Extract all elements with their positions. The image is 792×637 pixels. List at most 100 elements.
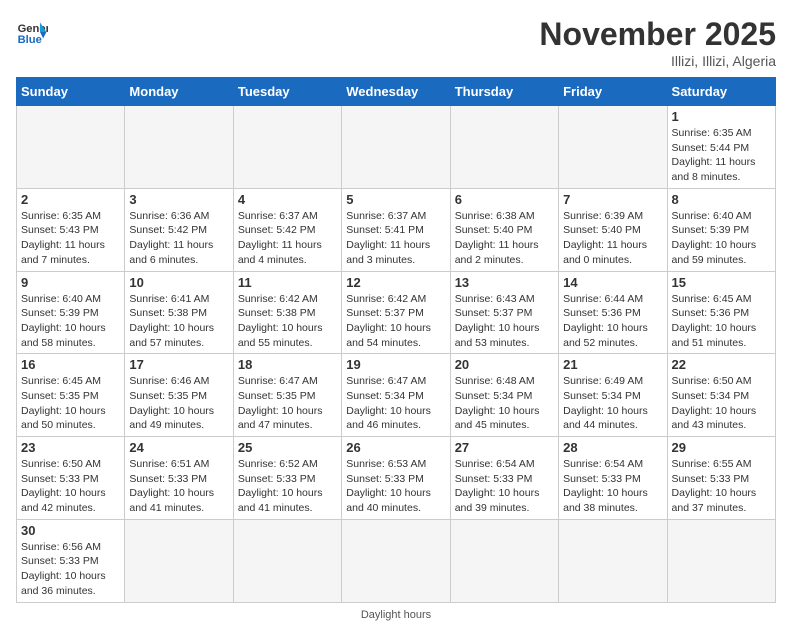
day-number: 25 (238, 440, 337, 455)
day-header-sunday: Sunday (17, 78, 125, 106)
calendar-cell: 7Sunrise: 6:39 AM Sunset: 5:40 PM Daylig… (559, 188, 667, 271)
day-number: 1 (672, 109, 771, 124)
calendar-cell (450, 106, 558, 189)
calendar-cell: 26Sunrise: 6:53 AM Sunset: 5:33 PM Dayli… (342, 437, 450, 520)
day-info: Sunrise: 6:55 AM Sunset: 5:33 PM Dayligh… (672, 457, 771, 516)
calendar-cell (559, 106, 667, 189)
calendar-cell: 20 Sunrise: 6:48 AM Sunset: 5:34 PM Dayli… (450, 354, 558, 437)
calendar-cell (17, 106, 125, 189)
day-number: 24 (129, 440, 228, 455)
week-row-4: 16 Sunrise: 6:45 AM Sunset: 5:35 PM Dayli… (17, 354, 776, 437)
day-number: 6 (455, 192, 554, 207)
calendar-cell: 14 Sunrise: 6:44 AM Sunset: 5:36 PM Dayli… (559, 271, 667, 354)
calendar-cell (559, 519, 667, 602)
day-number: 7 (563, 192, 662, 207)
day-number: 2 (21, 192, 120, 207)
location: Illizi, Illizi, Algeria (539, 53, 776, 69)
day-info: Sunrise: 6:37 AM Sunset: 5:42 PM Dayligh… (238, 209, 337, 268)
week-row-2: 2 Sunrise: 6:35 AM Sunset: 5:43 PM Daylig… (17, 188, 776, 271)
calendar-cell (125, 519, 233, 602)
day-number: 9 (21, 275, 120, 290)
day-info: Sunrise: 6:54 AM Sunset: 5:33 PM Dayligh… (455, 457, 554, 516)
day-info: Sunrise: 6:38 AM Sunset: 5:40 PM Dayligh… (455, 209, 554, 268)
day-info: Sunrise: 6:52 AM Sunset: 5:33 PM Dayligh… (238, 457, 337, 516)
day-info: Sunrise: 6:35 AM Sunset: 5:44 PM Dayligh… (672, 126, 771, 185)
day-info: Sunrise: 6:46 AM Sunset: 5:35 PM Dayligh… (129, 374, 228, 433)
day-number: 20 (455, 357, 554, 372)
day-number: 23 (21, 440, 120, 455)
day-info: Sunrise: 6:47 AM Sunset: 5:35 PM Dayligh… (238, 374, 337, 433)
calendar-cell: 27Sunrise: 6:54 AM Sunset: 5:33 PM Dayli… (450, 437, 558, 520)
calendar-cell: 30Sunrise: 6:56 AM Sunset: 5:33 PM Dayli… (17, 519, 125, 602)
calendar-cell: 25 Sunrise: 6:52 AM Sunset: 5:33 PM Dayli… (233, 437, 341, 520)
day-number: 22 (672, 357, 771, 372)
calendar-cell: 19Sunrise: 6:47 AM Sunset: 5:34 PM Dayli… (342, 354, 450, 437)
calendar-cell: 22Sunrise: 6:50 AM Sunset: 5:34 PM Dayli… (667, 354, 775, 437)
calendar-cell (667, 519, 775, 602)
header: General Blue November 2025 Illizi, Illiz… (16, 16, 776, 69)
day-info: Sunrise: 6:44 AM Sunset: 5:36 PM Dayligh… (563, 292, 662, 351)
calendar-cell: 2 Sunrise: 6:35 AM Sunset: 5:43 PM Daylig… (17, 188, 125, 271)
calendar-cell: 16 Sunrise: 6:45 AM Sunset: 5:35 PM Dayli… (17, 354, 125, 437)
day-info: Sunrise: 6:37 AM Sunset: 5:41 PM Dayligh… (346, 209, 445, 268)
day-header-friday: Friday (559, 78, 667, 106)
day-number: 14 (563, 275, 662, 290)
day-info: Sunrise: 6:47 AM Sunset: 5:34 PM Dayligh… (346, 374, 445, 433)
day-number: 29 (672, 440, 771, 455)
calendar-cell: 17 Sunrise: 6:46 AM Sunset: 5:35 PM Dayli… (125, 354, 233, 437)
day-info: Sunrise: 6:53 AM Sunset: 5:33 PM Dayligh… (346, 457, 445, 516)
day-header-thursday: Thursday (450, 78, 558, 106)
day-info: Sunrise: 6:56 AM Sunset: 5:33 PM Dayligh… (21, 540, 120, 599)
calendar-cell (342, 106, 450, 189)
month-title: November 2025 (539, 16, 776, 53)
week-row-6: 30Sunrise: 6:56 AM Sunset: 5:33 PM Dayli… (17, 519, 776, 602)
calendar-cell: 8Sunrise: 6:40 AM Sunset: 5:39 PM Daylig… (667, 188, 775, 271)
footer-note: Daylight hours (16, 609, 776, 621)
calendar-cell: 23Sunrise: 6:50 AM Sunset: 5:33 PM Dayli… (17, 437, 125, 520)
calendar-cell (450, 519, 558, 602)
day-info: Sunrise: 6:35 AM Sunset: 5:43 PM Dayligh… (21, 209, 120, 268)
week-row-1: 1 Sunrise: 6:35 AM Sunset: 5:44 PM Daylig… (17, 106, 776, 189)
calendar-cell: 28Sunrise: 6:54 AM Sunset: 5:33 PM Dayli… (559, 437, 667, 520)
calendar-cell (125, 106, 233, 189)
calendar-cell: 15Sunrise: 6:45 AM Sunset: 5:36 PM Dayli… (667, 271, 775, 354)
day-number: 5 (346, 192, 445, 207)
day-number: 3 (129, 192, 228, 207)
day-number: 15 (672, 275, 771, 290)
day-info: Sunrise: 6:54 AM Sunset: 5:33 PM Dayligh… (563, 457, 662, 516)
day-info: Sunrise: 6:48 AM Sunset: 5:34 PM Dayligh… (455, 374, 554, 433)
calendar-cell: 5 Sunrise: 6:37 AM Sunset: 5:41 PM Daylig… (342, 188, 450, 271)
calendar-table: SundayMondayTuesdayWednesdayThursdayFrid… (16, 77, 776, 603)
day-header-wednesday: Wednesday (342, 78, 450, 106)
day-header-saturday: Saturday (667, 78, 775, 106)
day-number: 16 (21, 357, 120, 372)
day-info: Sunrise: 6:51 AM Sunset: 5:33 PM Dayligh… (129, 457, 228, 516)
calendar-cell: 18 Sunrise: 6:47 AM Sunset: 5:35 PM Dayli… (233, 354, 341, 437)
day-number: 18 (238, 357, 337, 372)
calendar-cell (342, 519, 450, 602)
day-number: 10 (129, 275, 228, 290)
day-header-tuesday: Tuesday (233, 78, 341, 106)
title-block: November 2025 Illizi, Illizi, Algeria (539, 16, 776, 69)
calendar-cell: 21Sunrise: 6:49 AM Sunset: 5:34 PM Dayli… (559, 354, 667, 437)
calendar-cell: 29 Sunrise: 6:55 AM Sunset: 5:33 PM Dayli… (667, 437, 775, 520)
calendar-cell: 12Sunrise: 6:42 AM Sunset: 5:37 PM Dayli… (342, 271, 450, 354)
calendar-cell (233, 106, 341, 189)
calendar-cell: 24 Sunrise: 6:51 AM Sunset: 5:33 PM Dayli… (125, 437, 233, 520)
day-number: 17 (129, 357, 228, 372)
day-number: 8 (672, 192, 771, 207)
calendar-cell: 11Sunrise: 6:42 AM Sunset: 5:38 PM Dayli… (233, 271, 341, 354)
logo-icon: General Blue (16, 16, 48, 48)
day-number: 13 (455, 275, 554, 290)
day-info: Sunrise: 6:40 AM Sunset: 5:39 PM Dayligh… (21, 292, 120, 351)
calendar-cell: 1 Sunrise: 6:35 AM Sunset: 5:44 PM Daylig… (667, 106, 775, 189)
day-info: Sunrise: 6:41 AM Sunset: 5:38 PM Dayligh… (129, 292, 228, 351)
calendar-cell: 9 Sunrise: 6:40 AM Sunset: 5:39 PM Daylig… (17, 271, 125, 354)
day-info: Sunrise: 6:42 AM Sunset: 5:37 PM Dayligh… (346, 292, 445, 351)
day-number: 21 (563, 357, 662, 372)
day-info: Sunrise: 6:45 AM Sunset: 5:35 PM Dayligh… (21, 374, 120, 433)
calendar-cell: 13 Sunrise: 6:43 AM Sunset: 5:37 PM Dayli… (450, 271, 558, 354)
calendar-cell: 10 Sunrise: 6:41 AM Sunset: 5:38 PM Dayli… (125, 271, 233, 354)
day-info: Sunrise: 6:43 AM Sunset: 5:37 PM Dayligh… (455, 292, 554, 351)
calendar-cell (233, 519, 341, 602)
